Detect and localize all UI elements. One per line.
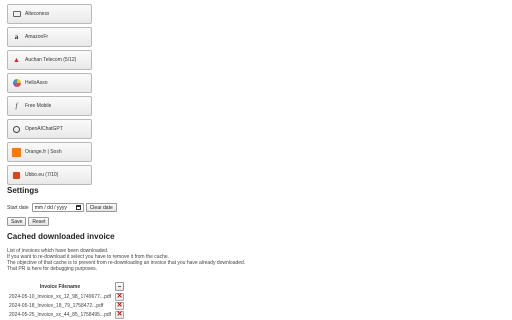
provider-label: Ubbo.eu (7/10): [25, 172, 59, 178]
provider-label: Auchan Telecom (5/12): [25, 57, 77, 63]
invoice-filename: 2024-05-25_Invoice_xx_44_85_1758495...pd…: [9, 311, 112, 318]
start-date-value: mm / dd / yyyy: [34, 204, 67, 211]
delete-icon[interactable]: ✕: [115, 310, 125, 319]
start-date-row: Start date mm / dd / yyyy Clear date: [7, 203, 117, 212]
start-date-label: Start date: [7, 204, 29, 211]
window-icon: [12, 10, 21, 19]
provider-button-orange[interactable]: Orange.fr | Sosh: [7, 142, 92, 162]
invoice-filename-header: Invoice Filename: [39, 283, 81, 290]
calendar-icon[interactable]: [75, 205, 81, 210]
provider-button-helloasso[interactable]: HelloAsso: [7, 73, 92, 93]
table-row: 2024-05-10_Invoice_xx_12_98_1749677...pd…: [7, 292, 126, 301]
ubbo-icon: [12, 171, 21, 180]
free-icon: f: [15, 101, 18, 110]
invoice-filename: 2024-05-10_Invoice_xx_12_98_1749677...pd…: [9, 293, 112, 300]
auchan-icon: ▲: [13, 56, 20, 64]
clear-date-button[interactable]: Clear date: [85, 203, 117, 212]
table-row: 2024-05-25_Invoice_xx_44_85_1758495...pd…: [7, 310, 126, 319]
provider-button-ubbo[interactable]: Ubbo.eu (7/10): [7, 165, 92, 185]
table-row: 2024-05-18_Invoice_18_79_1758472...pdf ✕: [7, 301, 126, 310]
settings-heading: Settings: [7, 186, 39, 195]
cache-desc-line: That PR is here for debugging purposes.: [7, 266, 98, 272]
delete-icon[interactable]: ✕: [115, 292, 125, 301]
cache-table: Invoice Filename 2024-05-10_Invoice_xx_1…: [7, 281, 126, 319]
provider-label: OpenAIChatGPT: [25, 126, 63, 132]
provider-label: Orange.fr | Sosh: [25, 149, 62, 155]
reset-button[interactable]: Reset: [28, 217, 50, 226]
clear-all-icon[interactable]: [115, 282, 125, 291]
orange-icon: [12, 147, 21, 157]
provider-label: Alteconess: [25, 11, 50, 17]
helloasso-icon: [12, 79, 21, 88]
provider-button-auchan[interactable]: ▲ Auchan Telecom (5/12): [7, 50, 92, 70]
provider-button-free-mobile[interactable]: f Free Mobile: [7, 96, 92, 116]
clear-all-header: [113, 281, 126, 292]
openai-icon: [12, 125, 21, 134]
provider-label: Free Mobile: [25, 103, 52, 109]
start-date-input[interactable]: mm / dd / yyyy: [31, 203, 84, 212]
settings-actions: Save Reset: [7, 217, 50, 226]
save-button[interactable]: Save: [7, 217, 27, 226]
cache-table-header-row: Invoice Filename: [7, 281, 126, 292]
provider-label: AmazonFr: [25, 34, 49, 40]
cache-heading: Cached downloaded invoice: [7, 232, 115, 241]
provider-label: HelloAsso: [25, 80, 48, 86]
provider-button-openai[interactable]: OpenAIChatGPT: [7, 119, 92, 139]
amazon-icon: a: [14, 32, 19, 41]
provider-button-amazonfr[interactable]: a AmazonFr: [7, 27, 92, 47]
provider-list: Alteconess a AmazonFr ▲ Auchan Telecom (…: [7, 4, 92, 188]
invoice-filename: 2024-05-18_Invoice_18_79_1758472...pdf: [9, 302, 104, 309]
delete-icon[interactable]: ✕: [115, 301, 125, 310]
cache-description: List of invoices which have been downloa…: [7, 248, 245, 272]
provider-button-alteconess[interactable]: Alteconess: [7, 4, 92, 24]
